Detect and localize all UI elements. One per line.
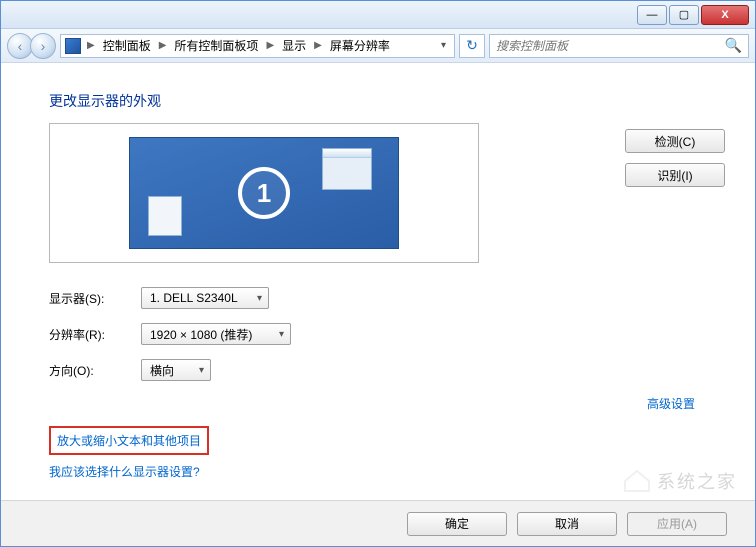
row-resolution: 分辨率(R): 1920 × 1080 (推荐) <box>49 323 725 345</box>
label-display: 显示器(S): <box>49 290 141 307</box>
chevron-right-icon: ▶ <box>262 40 278 51</box>
search-icon[interactable]: 🔍 <box>725 37 742 54</box>
settings-form: 显示器(S): 1. DELL S2340L 分辨率(R): 1920 × 10… <box>49 287 725 381</box>
text-size-link[interactable]: 放大或缩小文本和其他项目 <box>57 434 201 448</box>
select-resolution[interactable]: 1920 × 1080 (推荐) <box>141 323 291 345</box>
refresh-button[interactable]: ↻ <box>459 34 485 58</box>
highlight-box: 放大或缩小文本和其他项目 <box>49 426 209 455</box>
identify-button[interactable]: 识别(I) <box>625 163 725 187</box>
crumb-display[interactable]: 显示 <box>280 37 308 54</box>
window-thumb-icon <box>148 196 182 236</box>
window: — ▢ X ‹ › ▶ 控制面板 ▶ 所有控制面板项 ▶ 显示 ▶ 屏幕分辨率 … <box>0 0 756 547</box>
monitor-row: 1 检测(C) 识别(I) <box>49 123 725 263</box>
which-settings-link[interactable]: 我应该选择什么显示器设置? <box>49 465 200 479</box>
address-bar[interactable]: ▶ 控制面板 ▶ 所有控制面板项 ▶ 显示 ▶ 屏幕分辨率 ▾ <box>60 34 455 58</box>
chevron-right-icon: ▶ <box>155 40 171 51</box>
select-resolution-value: 1920 × 1080 (推荐) <box>150 326 252 343</box>
links-block: 放大或缩小文本和其他项目 我应该选择什么显示器设置? <box>49 426 725 480</box>
footer: 确定 取消 应用(A) <box>1 500 755 546</box>
detect-button[interactable]: 检测(C) <box>625 129 725 153</box>
search-box[interactable]: 🔍 <box>489 34 749 58</box>
ok-button[interactable]: 确定 <box>407 512 507 536</box>
monitor-preview[interactable]: 1 <box>49 123 479 263</box>
page-heading: 更改显示器的外观 <box>49 91 725 111</box>
control-panel-icon <box>65 38 81 54</box>
select-display-value: 1. DELL S2340L <box>150 291 238 305</box>
search-input[interactable] <box>496 39 725 53</box>
cancel-button[interactable]: 取消 <box>517 512 617 536</box>
chevron-right-icon: ▶ <box>310 40 326 51</box>
row-display: 显示器(S): 1. DELL S2340L <box>49 287 725 309</box>
maximize-button[interactable]: ▢ <box>669 5 699 25</box>
window-thumb-icon <box>322 148 372 190</box>
nav-buttons: ‹ › <box>7 33 56 59</box>
desktop-area: 1 <box>129 137 399 249</box>
monitor-number-badge[interactable]: 1 <box>238 167 290 219</box>
advanced-link-row: 高级设置 <box>49 395 695 412</box>
label-resolution: 分辨率(R): <box>49 326 141 343</box>
navbar: ‹ › ▶ 控制面板 ▶ 所有控制面板项 ▶ 显示 ▶ 屏幕分辨率 ▾ ↻ 🔍 <box>1 29 755 63</box>
label-orientation: 方向(O): <box>49 362 141 379</box>
crumb-all-items[interactable]: 所有控制面板项 <box>172 37 260 54</box>
minimize-button[interactable]: — <box>637 5 667 25</box>
forward-button[interactable]: › <box>30 33 56 59</box>
crumb-resolution[interactable]: 屏幕分辨率 <box>328 37 392 54</box>
advanced-settings-link[interactable]: 高级设置 <box>647 397 695 411</box>
titlebar: — ▢ X <box>1 1 755 29</box>
content: 更改显示器的外观 1 检测(C) 识别(I) 显示器(S): 1. DELL S… <box>1 63 755 480</box>
row-orientation: 方向(O): 横向 <box>49 359 725 381</box>
select-orientation[interactable]: 横向 <box>141 359 211 381</box>
crumb-control-panel[interactable]: 控制面板 <box>101 37 153 54</box>
apply-button: 应用(A) <box>627 512 727 536</box>
side-buttons: 检测(C) 识别(I) <box>625 123 725 187</box>
select-orientation-value: 横向 <box>150 362 174 379</box>
select-display[interactable]: 1. DELL S2340L <box>141 287 269 309</box>
close-button[interactable]: X <box>701 5 749 25</box>
address-dropdown-icon[interactable]: ▾ <box>437 40 450 51</box>
chevron-right-icon: ▶ <box>83 40 99 51</box>
